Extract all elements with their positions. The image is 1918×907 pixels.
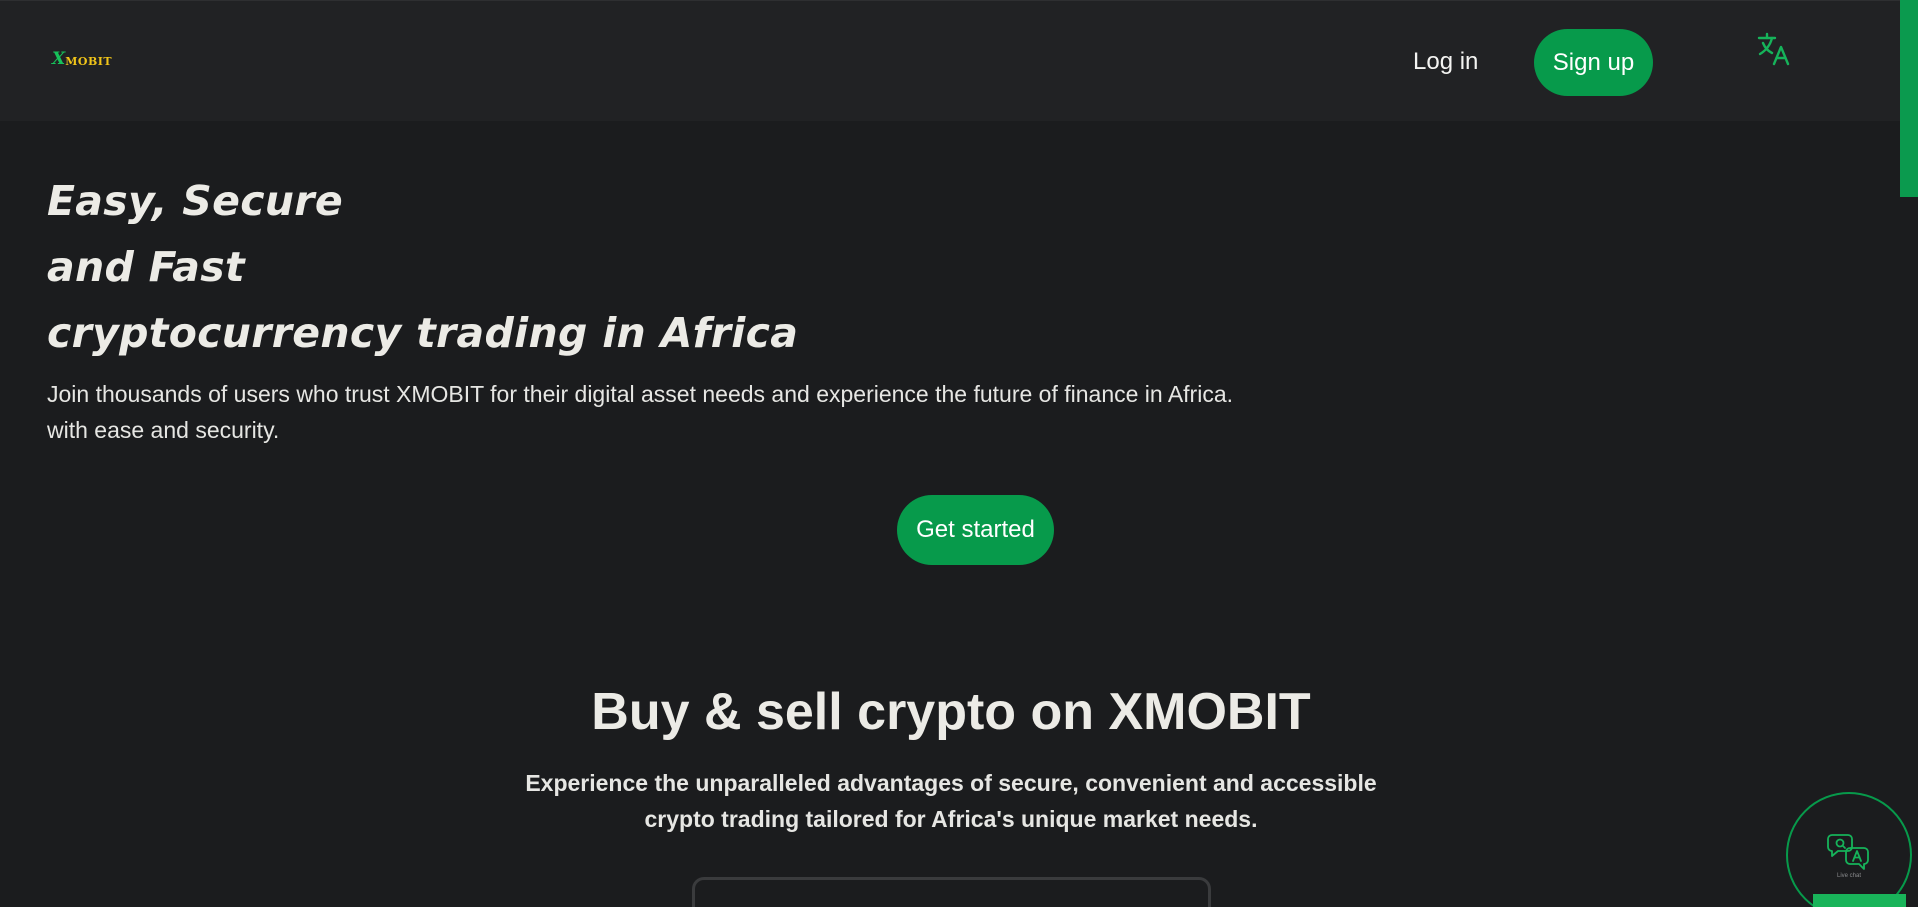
bottom-tab[interactable] [1813,894,1906,907]
logo-text: MOBIT [65,55,113,68]
login-link[interactable]: Log in [1413,48,1478,76]
signup-button[interactable]: Sign up [1534,29,1653,96]
live-chat-button[interactable]: Live chat [1786,792,1912,907]
buy-sell-description: Experience the unparalleled advantages o… [0,765,1902,837]
buy-sell-description-line: crypto trading tailored for Africa's uni… [644,806,1258,832]
xmobit-logo[interactable]: X MOBIT [52,49,113,69]
hero-title: Easy, Secure and Fast cryptocurrency tra… [47,168,798,366]
hero-description-line: with ease and security. [47,417,280,443]
hero-title-line: and Fast [47,243,245,291]
feature-card [692,877,1211,907]
scroll-indicator[interactable] [1900,0,1918,197]
hero-description-line: Join thousands of users who trust XMOBIT… [47,381,1234,407]
language-button[interactable] [1757,32,1791,68]
translate-icon [1757,32,1790,66]
buy-sell-description-line: Experience the unparalleled advantages o… [525,770,1377,796]
chat-caption: Live chat [1836,873,1861,879]
chat-support-icon [1827,834,1869,870]
page: X MOBIT Log in Sign up Easy, Secure and … [0,0,1918,907]
hero-title-line: cryptocurrency trading in Africa [47,309,799,357]
hero-description: Join thousands of users who trust XMOBIT… [47,376,1347,448]
site-header: X MOBIT Log in Sign up [0,0,1918,121]
get-started-button[interactable]: Get started [897,495,1054,565]
buy-sell-title: Buy & sell crypto on XMOBIT [591,683,1311,741]
hero-title-line: Easy, Secure [47,177,343,225]
logo-mark: X [52,49,66,69]
